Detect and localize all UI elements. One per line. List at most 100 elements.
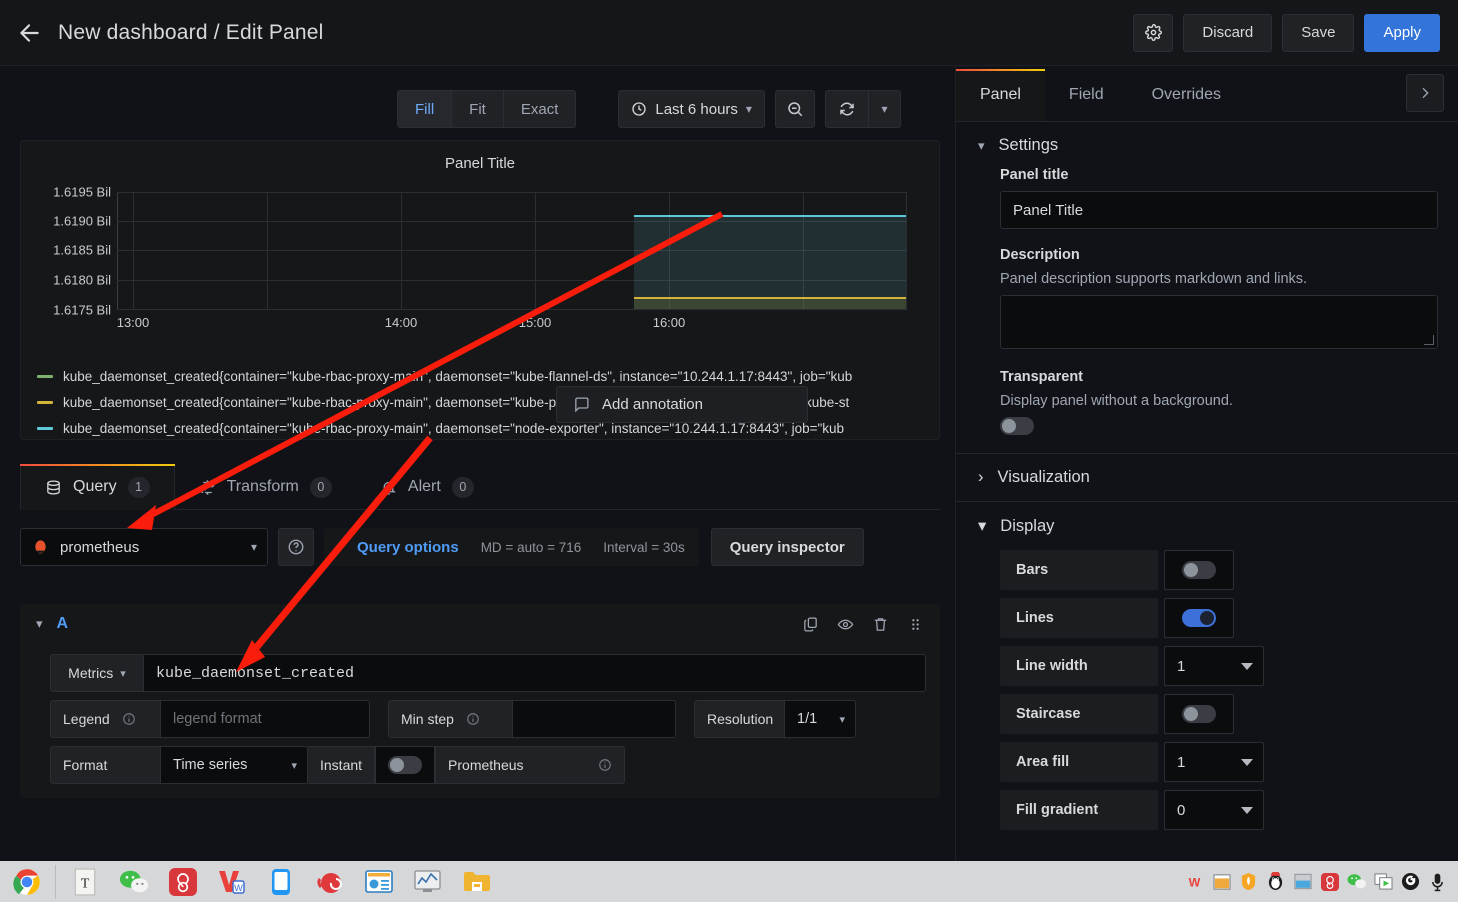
- refresh-button[interactable]: [824, 90, 869, 128]
- phone-manager-icon[interactable]: [256, 861, 305, 902]
- size-mode-fit[interactable]: Fit: [452, 90, 504, 128]
- add-annotation-menu[interactable]: Add annotation: [556, 386, 808, 423]
- wechat-icon[interactable]: [109, 861, 158, 902]
- instant-toggle[interactable]: [388, 756, 423, 774]
- panel-title-input[interactable]: Panel Title: [1000, 191, 1438, 229]
- tab-panel[interactable]: Panel: [956, 69, 1045, 121]
- legend-format-input[interactable]: legend format: [160, 700, 370, 738]
- transparent-toggle[interactable]: [1000, 417, 1034, 435]
- microphone-tray-icon[interactable]: [1425, 861, 1450, 902]
- add-annotation-label: Add annotation: [602, 396, 703, 413]
- tab-query[interactable]: Query 1: [20, 464, 175, 510]
- work-area: Fill Fit Exact Last 6 hours ▾ ▾ Panel Ti…: [0, 66, 1458, 861]
- svg-text:W: W: [234, 883, 243, 893]
- text-editor-icon[interactable]: T: [60, 861, 109, 902]
- display-row-bars: Bars: [1000, 550, 1438, 590]
- expand-options-button[interactable]: [1406, 74, 1444, 112]
- chevron-down-icon: [1241, 662, 1253, 670]
- min-step-input[interactable]: [512, 700, 676, 738]
- top-bar: New dashboard / Edit Panel Discard Save …: [0, 0, 1458, 66]
- cast-tray-icon[interactable]: [1371, 861, 1396, 902]
- chrome-icon[interactable]: [2, 861, 51, 902]
- metrics-browser-button[interactable]: Metrics ▾: [50, 654, 144, 692]
- prometheus-icon: [35, 539, 46, 555]
- visualization-section-header[interactable]: › Visualization: [956, 454, 1458, 501]
- file-explorer-icon[interactable]: [452, 861, 501, 902]
- staircase-label: Staircase: [1000, 694, 1158, 734]
- taskbar-items: T W: [0, 861, 501, 902]
- instant-label-text: Instant: [320, 757, 363, 773]
- display-options-list: Bars Lines Line width 1 Staircase Area f…: [956, 550, 1458, 830]
- chevron-down-icon: ▾: [978, 137, 985, 153]
- format-select[interactable]: Time series ▾: [160, 746, 308, 784]
- back-button[interactable]: [0, 0, 58, 66]
- window-tray-icon[interactable]: [1209, 861, 1234, 902]
- staircase-toggle[interactable]: [1182, 705, 1216, 723]
- netease-music-icon[interactable]: [158, 861, 207, 902]
- interval-info: Interval = 30s: [603, 539, 685, 555]
- staircase-toggle-wrap: [1164, 694, 1234, 734]
- x-tick: 13:00: [116, 315, 150, 330]
- netease-tray-icon[interactable]: [1317, 861, 1342, 902]
- display-section-label: Display: [1000, 516, 1055, 535]
- resolution-select[interactable]: 1/1 ▾: [784, 700, 856, 738]
- tab-alert[interactable]: Alert 0: [356, 464, 498, 510]
- wps-icon[interactable]: W: [207, 861, 256, 902]
- chevron-down-icon: ▾: [291, 759, 297, 772]
- screen-tray-icon[interactable]: [1290, 861, 1315, 902]
- apply-button[interactable]: Apply: [1364, 13, 1440, 52]
- monitor-icon[interactable]: [403, 861, 452, 902]
- plot-area[interactable]: 1.6195 Bil 1.6190 Bil 1.6185 Bil 1.6180 …: [21, 185, 941, 340]
- qq-tray-icon[interactable]: [1263, 861, 1288, 902]
- line-width-select[interactable]: 1: [1164, 646, 1264, 686]
- y-tick: 1.6195 Bil: [53, 184, 111, 200]
- snail-icon[interactable]: [305, 861, 354, 902]
- wps-tray-icon[interactable]: W: [1182, 861, 1207, 902]
- bars-label: Bars: [1000, 550, 1158, 590]
- shield-tray-icon[interactable]: [1236, 861, 1261, 902]
- refresh-interval-dropdown[interactable]: ▾: [868, 90, 901, 128]
- y-axis-labels: 1.6195 Bil 1.6190 Bil 1.6185 Bil 1.6180 …: [21, 185, 117, 340]
- query-inspector-button[interactable]: Query inspector: [710, 528, 864, 566]
- instant-label: Instant: [308, 746, 376, 784]
- eye-icon[interactable]: [837, 616, 854, 633]
- display-row-area-fill: Area fill 1: [1000, 742, 1438, 782]
- fill-gradient-select[interactable]: 0: [1164, 790, 1264, 830]
- datasource-picker[interactable]: prometheus ▾: [20, 528, 268, 566]
- size-mode-exact[interactable]: Exact: [503, 90, 577, 128]
- zoom-out-button[interactable]: [774, 90, 815, 128]
- save-button[interactable]: Save: [1282, 13, 1355, 52]
- svg-text:W: W: [1189, 875, 1201, 889]
- collapse-query-icon[interactable]: ▾: [36, 616, 43, 632]
- wechat-tray-icon[interactable]: [1344, 861, 1369, 902]
- settings-section-header[interactable]: ▾ Settings: [956, 122, 1458, 167]
- display-section-header[interactable]: ▾ Display: [956, 502, 1458, 550]
- query-expression-input[interactable]: kube_daemonset_created: [144, 654, 926, 692]
- area-fill-select[interactable]: 1: [1164, 742, 1264, 782]
- panel-settings-button[interactable]: [1133, 13, 1174, 52]
- duplicate-icon[interactable]: [802, 616, 819, 633]
- query-options[interactable]: › Query options MD = auto = 716 Interval…: [324, 528, 699, 566]
- size-mode-fill[interactable]: Fill: [397, 90, 453, 128]
- chevron-right-icon: [1422, 87, 1429, 99]
- datasource-row: prometheus ▾ › Query options MD = auto =…: [20, 528, 940, 566]
- top-bar-actions: Discard Save Apply: [1133, 13, 1458, 52]
- time-range-label: Last 6 hours: [655, 100, 738, 118]
- metrics-label: Metrics: [68, 665, 114, 681]
- discard-button[interactable]: Discard: [1183, 13, 1273, 52]
- drag-handle-icon[interactable]: [907, 616, 924, 633]
- transform-icon: [200, 479, 215, 495]
- logitech-tray-icon[interactable]: [1398, 861, 1423, 902]
- question-circle-icon: [288, 539, 304, 555]
- bars-toggle[interactable]: [1182, 561, 1216, 579]
- lines-toggle[interactable]: [1182, 609, 1216, 627]
- tab-transform[interactable]: Transform 0: [175, 464, 356, 510]
- tab-field[interactable]: Field: [1045, 69, 1128, 121]
- lines-toggle-wrap: [1164, 598, 1234, 638]
- presentation-icon[interactable]: [354, 861, 403, 902]
- datasource-help-button[interactable]: [278, 528, 314, 566]
- trash-icon[interactable]: [872, 616, 889, 633]
- time-range-picker[interactable]: Last 6 hours ▾: [618, 90, 765, 128]
- tab-overrides[interactable]: Overrides: [1128, 69, 1245, 121]
- description-textarea[interactable]: [1000, 295, 1438, 349]
